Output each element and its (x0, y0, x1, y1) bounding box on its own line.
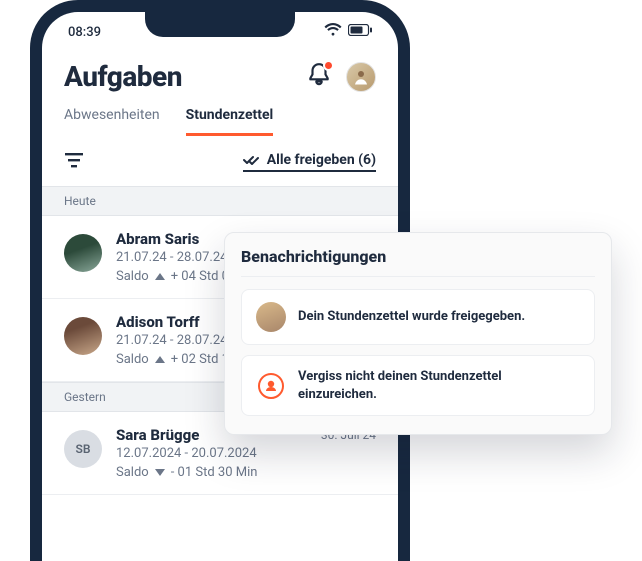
header: Aufgaben (42, 46, 398, 99)
notification-text: Dein Stundenzettel wurde freigegeben. (298, 308, 525, 326)
avatar (64, 234, 102, 272)
toolbar: Alle freigeben (6) (42, 136, 398, 186)
notification-item[interactable]: Dein Stundenzettel wurde freigegeben. (241, 289, 595, 345)
tab-timesheets[interactable]: Stundenzettel (186, 107, 274, 136)
notifications-popover: Benachrichtigungen Dein Stundenzettel wu… (224, 232, 612, 435)
notification-item[interactable]: Vergiss nicht deinen Stundenzettel einzu… (241, 355, 595, 416)
caret-up-icon (155, 273, 165, 280)
person-icon (352, 68, 370, 86)
row-balance: Saldo - 01 Std 30 Min (116, 465, 376, 480)
reminder-icon (256, 371, 286, 401)
notifications-button[interactable] (306, 62, 332, 92)
notification-badge (323, 60, 334, 71)
avatar-initials: SB (64, 430, 102, 468)
phone-notch (145, 11, 295, 37)
approve-all-label: Alle freigeben (6) (267, 152, 376, 168)
wifi-icon (324, 23, 342, 41)
avatar (64, 317, 102, 355)
filter-button[interactable] (64, 152, 84, 172)
tab-absences[interactable]: Abwesenheiten (64, 107, 160, 136)
notification-text: Vergiss nicht deinen Stundenzettel einzu… (298, 368, 580, 403)
page-title: Aufgaben (64, 60, 182, 93)
profile-avatar[interactable] (346, 62, 376, 92)
section-header-today: Heute (42, 186, 398, 216)
caret-up-icon (155, 356, 165, 363)
battery-icon (348, 24, 372, 40)
avatar (256, 302, 286, 332)
filter-icon (64, 152, 84, 168)
popover-title: Benachrichtigungen (241, 247, 595, 277)
status-time: 08:39 (68, 25, 101, 40)
caret-down-icon (155, 469, 165, 476)
approve-all-button[interactable]: Alle freigeben (6) (243, 152, 376, 172)
double-check-icon (243, 154, 261, 166)
tabs: Abwesenheiten Stundenzettel (42, 99, 398, 136)
row-dates: 12.07.2024 - 20.07.2024 (116, 446, 376, 461)
